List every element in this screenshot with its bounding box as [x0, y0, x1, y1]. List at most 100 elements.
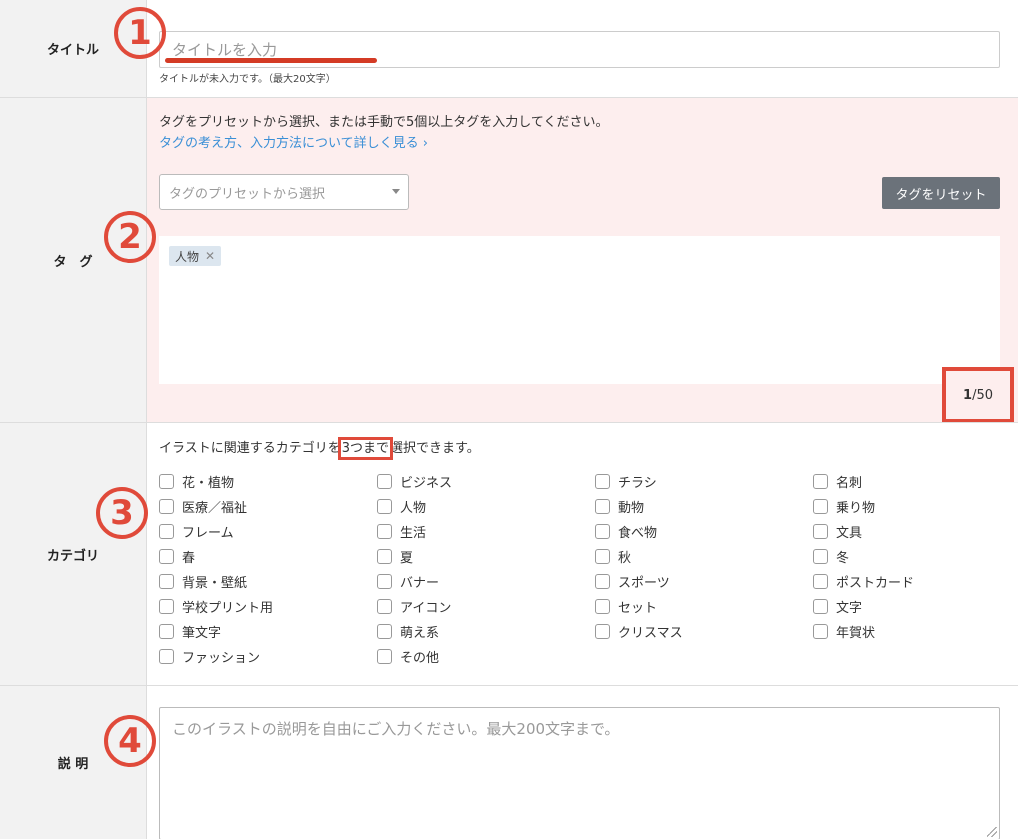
checkbox[interactable]	[159, 498, 174, 514]
checkbox[interactable]	[159, 623, 174, 639]
checkbox[interactable]	[377, 598, 392, 614]
category-checkbox-label: 食べ物	[618, 525, 658, 541]
checkbox[interactable]	[377, 573, 392, 589]
category-checkbox-label: 萌え系	[400, 625, 440, 641]
category-checkbox-label: 文字	[836, 600, 863, 616]
title-help-text: タイトルが未入力です。（最大20文字）	[159, 74, 336, 85]
category-checkbox-item[interactable]: スポーツ	[595, 572, 813, 591]
category-checkbox-item[interactable]: 花・植物	[159, 472, 377, 491]
category-checkbox-label: クリスマス	[618, 625, 683, 641]
category-checkbox-item[interactable]: 乗り物	[813, 497, 1013, 516]
category-checkbox-item[interactable]: 夏	[377, 547, 595, 566]
category-checkbox-item[interactable]: 生活	[377, 522, 595, 541]
checkbox[interactable]	[159, 648, 174, 664]
checkbox[interactable]	[595, 548, 610, 564]
checkbox[interactable]	[813, 498, 828, 514]
category-checkbox-item[interactable]: ポストカード	[813, 572, 1013, 591]
tag-label: タ グ	[53, 254, 93, 270]
category-checkbox-label: フレーム	[182, 525, 234, 541]
checkbox[interactable]	[159, 473, 174, 489]
category-checkbox-item[interactable]: クリスマス	[595, 622, 813, 641]
category-checkbox-label: 夏	[400, 550, 414, 566]
checkbox[interactable]	[595, 473, 610, 489]
category-checkbox-label: 名刺	[836, 475, 863, 491]
category-intro-before: イラストに関連するカテゴリを	[159, 441, 341, 456]
category-checkbox-item[interactable]: 春	[159, 547, 377, 566]
category-checkbox-item[interactable]: バナー	[377, 572, 595, 591]
preset-placeholder: タグのプリセットから選択	[169, 186, 326, 202]
checkbox[interactable]	[377, 623, 392, 639]
category-checkbox-item[interactable]: ファッション	[159, 647, 377, 666]
description-content: このイラストの説明を自由にご入力ください。最大200文字まで。	[147, 686, 1018, 839]
title-placeholder: タイトルを入力	[172, 41, 278, 59]
checkbox[interactable]	[159, 523, 174, 539]
category-checkbox-label: 冬	[836, 550, 850, 566]
close-icon[interactable]: ✕	[205, 249, 215, 263]
category-checkbox-item[interactable]: 名刺	[813, 472, 1013, 491]
checkbox[interactable]	[377, 648, 392, 664]
checkbox[interactable]	[159, 598, 174, 614]
resize-handle-icon[interactable]	[987, 827, 997, 837]
category-checkbox-item[interactable]: 人物	[377, 497, 595, 516]
checkbox[interactable]	[377, 548, 392, 564]
category-checkbox-item[interactable]: その他	[377, 647, 595, 666]
checkbox[interactable]	[813, 523, 828, 539]
category-checkbox-item[interactable]: 医療／福祉	[159, 497, 377, 516]
category-checkbox-item[interactable]: アイコン	[377, 597, 595, 616]
category-checkbox-item[interactable]: 萌え系	[377, 622, 595, 641]
category-checkbox-item[interactable]: 秋	[595, 547, 813, 566]
category-row: カテゴリ イラストに関連するカテゴリを3つまで選択できます。 花・植物 ビジネス チ…	[0, 422, 1018, 685]
marker-4: 4	[104, 712, 156, 767]
category-checkbox-item[interactable]: 年賀状	[813, 622, 1013, 641]
category-checkbox-item[interactable]: 背景・壁紙	[159, 572, 377, 591]
marker-2: 2	[104, 208, 156, 263]
category-checkbox-item[interactable]: セット	[595, 597, 813, 616]
category-checkbox-item[interactable]: 学校プリント用	[159, 597, 377, 616]
checkbox[interactable]	[595, 623, 610, 639]
tag-content: タグをプリセットから選択、または手動で5個以上タグを入力してください。 タグの考…	[147, 98, 1018, 423]
category-checkbox-item[interactable]: チラシ	[595, 472, 813, 491]
tag-input-area[interactable]: 人物 ✕	[159, 236, 1000, 384]
category-label-cell: カテゴリ	[0, 423, 147, 685]
checkbox[interactable]	[377, 523, 392, 539]
checkbox[interactable]	[377, 498, 392, 514]
tag-chip-label: 人物	[175, 249, 200, 264]
checkbox[interactable]	[813, 473, 828, 489]
tag-help-link[interactable]: タグの考え方、入力方法について詳しく見る ›	[159, 132, 428, 151]
tag-intro-text: タグをプリセットから選択、または手動で5個以上タグを入力してください。	[159, 115, 609, 130]
category-checkbox-label: 花・植物	[182, 475, 235, 491]
checkbox[interactable]	[159, 548, 174, 564]
category-checkbox-label: ビジネス	[400, 475, 453, 491]
checkbox[interactable]	[595, 523, 610, 539]
category-checkbox-label: その他	[400, 650, 440, 666]
category-checkbox-item[interactable]: 食べ物	[595, 522, 813, 541]
category-content: イラストに関連するカテゴリを3つまで選択できます。 花・植物 ビジネス チラシ 名刺医…	[147, 423, 1018, 685]
tag-preset-select[interactable]: タグのプリセットから選択	[159, 174, 409, 210]
checkbox[interactable]	[159, 573, 174, 589]
category-checkbox-label: 生活	[400, 525, 427, 541]
category-checkbox-item[interactable]: ビジネス	[377, 472, 595, 491]
category-checkbox-item[interactable]: 文字	[813, 597, 1013, 616]
checkbox[interactable]	[595, 498, 610, 514]
category-checkbox-item[interactable]: 文具	[813, 522, 1013, 541]
category-checkbox-item[interactable]: 動物	[595, 497, 813, 516]
category-checkbox-item[interactable]: フレーム	[159, 522, 377, 541]
category-checkbox-item[interactable]: 冬	[813, 547, 1013, 566]
checkbox[interactable]	[813, 548, 828, 564]
description-textarea[interactable]: このイラストの説明を自由にご入力ください。最大200文字まで。	[159, 707, 1000, 839]
checkbox[interactable]	[595, 598, 610, 614]
checkbox[interactable]	[813, 573, 828, 589]
tag-count-indicator: 1 /50	[942, 367, 1014, 423]
checkbox[interactable]	[377, 473, 392, 489]
category-checkbox-item[interactable]: 筆文字	[159, 622, 377, 641]
category-intro-after: 選択できます。	[390, 441, 480, 456]
category-checkbox-label: スポーツ	[618, 575, 670, 591]
category-checkbox-label: 背景・壁紙	[182, 575, 248, 591]
category-checkbox-label: 乗り物	[836, 500, 876, 516]
checkbox[interactable]	[595, 573, 610, 589]
checkbox[interactable]	[813, 623, 828, 639]
reset-tags-button[interactable]: タグをリセット	[882, 177, 1000, 209]
description-placeholder: このイラストの説明を自由にご入力ください。最大200文字まで。	[172, 720, 620, 738]
checkbox[interactable]	[813, 598, 828, 614]
category-checkbox-label: 春	[182, 550, 196, 566]
